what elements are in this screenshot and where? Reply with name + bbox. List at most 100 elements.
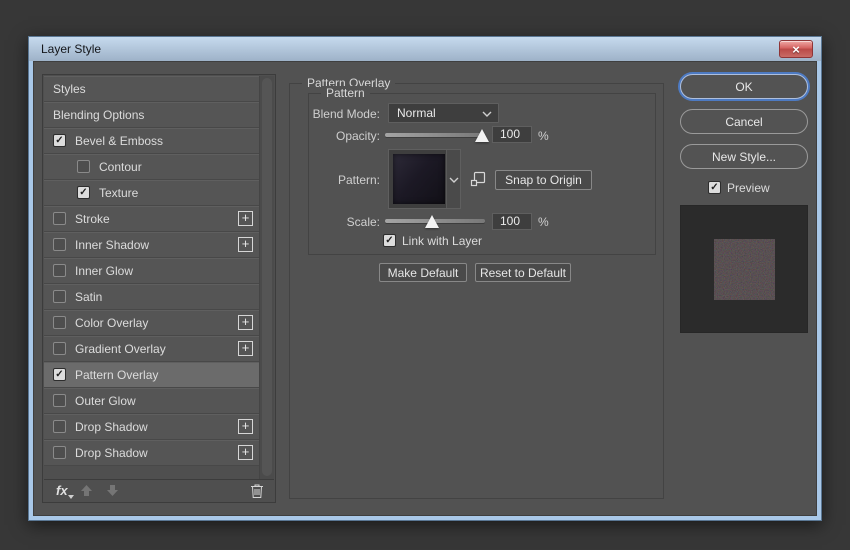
preview-label: Preview xyxy=(727,181,770,195)
effect-checkbox[interactable]: ✓ xyxy=(77,160,90,173)
effect-checkbox[interactable]: ✓ xyxy=(53,264,66,277)
styles-list: Styles Blending Options ✓ Bevel & Emboss ✓ Co… xyxy=(44,76,260,466)
sidebar-item-pattern-overlay[interactable]: ✓ Pattern Overlay xyxy=(44,362,260,388)
sidebar-item-label: Contour xyxy=(99,159,142,174)
check-icon: ✓ xyxy=(79,186,88,198)
chevron-down-icon xyxy=(449,177,459,183)
sidebar-item-satin[interactable]: ✓ Satin xyxy=(44,284,260,310)
link-with-layer-label: Link with Layer xyxy=(402,234,483,248)
sidebar-item-label: Texture xyxy=(99,185,139,200)
dialog-title: Layer Style xyxy=(41,42,102,56)
link-with-layer-checkbox[interactable]: ✓ xyxy=(383,234,396,247)
sidebar-item-texture[interactable]: ✓ Texture xyxy=(44,180,260,206)
chevron-down-icon xyxy=(482,111,492,117)
sidebar-item-outer-glow[interactable]: ✓ Outer Glow xyxy=(44,388,260,414)
effect-checkbox[interactable]: ✓ xyxy=(53,394,66,407)
styles-list-panel: Styles Blending Options ✓ Bevel & Emboss ✓ Co… xyxy=(42,74,276,503)
blend-mode-value: Normal xyxy=(397,106,436,120)
sidebar-item-label: Blending Options xyxy=(53,107,145,122)
effect-checkbox[interactable]: ✓ xyxy=(53,212,66,225)
move-effect-down-button[interactable] xyxy=(105,483,120,498)
sidebar-item-label: Outer Glow xyxy=(75,393,136,408)
opacity-unit: % xyxy=(538,129,549,143)
sidebar-item-inner-shadow[interactable]: ✓ Inner Shadow + xyxy=(44,232,260,258)
sidebar-item-drop-shadow[interactable]: ✓ Drop Shadow + xyxy=(44,414,260,440)
blend-mode-label: Blend Mode: xyxy=(312,107,380,121)
dialog-titlebar[interactable]: Layer Style × xyxy=(29,37,821,61)
scale-unit: % xyxy=(538,215,549,229)
effect-checkbox[interactable]: ✓ xyxy=(53,134,66,147)
fx-menu-button[interactable]: fx xyxy=(56,483,74,499)
sidebar-item-styles[interactable]: Styles xyxy=(44,76,260,102)
effect-checkbox[interactable]: ✓ xyxy=(53,238,66,251)
scale-label: Scale: xyxy=(346,215,380,229)
sidebar-item-blending-options[interactable]: Blending Options xyxy=(44,102,260,128)
sidebar-item-label: Styles xyxy=(53,81,86,96)
sidebar-item-color-overlay[interactable]: ✓ Color Overlay + xyxy=(44,310,260,336)
sidebar-item-label: Gradient Overlay xyxy=(75,341,166,356)
add-effect-instance-button[interactable]: + xyxy=(238,341,253,356)
effect-checkbox[interactable]: ✓ xyxy=(53,290,66,303)
pattern-label: Pattern: xyxy=(337,173,380,187)
scale-slider-thumb[interactable] xyxy=(425,215,439,228)
delete-effect-button[interactable] xyxy=(250,483,264,499)
add-effect-instance-button[interactable]: + xyxy=(238,445,253,460)
effect-checkbox[interactable]: ✓ xyxy=(53,368,66,381)
make-default-button[interactable]: Make Default xyxy=(379,263,467,282)
add-effect-instance-button[interactable]: + xyxy=(238,237,253,252)
opacity-slider-thumb[interactable] xyxy=(475,129,489,142)
pattern-subgroup-title: Pattern xyxy=(321,86,370,100)
sidebar-item-stroke[interactable]: ✓ Stroke + xyxy=(44,206,260,232)
effect-checkbox[interactable]: ✓ xyxy=(53,446,66,459)
sidebar-item-label: Drop Shadow xyxy=(75,445,148,460)
ok-button[interactable]: OK xyxy=(680,74,808,99)
check-icon: ✓ xyxy=(385,234,394,246)
sidebar-item-label: Drop Shadow xyxy=(75,419,148,434)
close-button[interactable]: × xyxy=(779,40,813,58)
opacity-input[interactable]: 100 xyxy=(492,126,532,143)
scale-input[interactable]: 100 xyxy=(492,213,532,230)
style-preview xyxy=(680,205,808,333)
reset-to-default-button[interactable]: Reset to Default xyxy=(475,263,571,282)
sidebar-item-label: Bevel & Emboss xyxy=(75,133,164,148)
fx-label: fx xyxy=(56,483,68,498)
pattern-picker[interactable] xyxy=(388,149,461,209)
pattern-thumbnail xyxy=(393,154,445,204)
opacity-slider-track[interactable] xyxy=(385,133,485,137)
scrollbar-thumb[interactable] xyxy=(262,78,272,476)
scale-slider[interactable] xyxy=(385,212,485,228)
close-icon: × xyxy=(792,41,800,57)
snap-to-origin-button[interactable]: Snap to Origin xyxy=(495,170,592,190)
check-icon: ✓ xyxy=(55,134,64,146)
cancel-button[interactable]: Cancel xyxy=(680,109,808,134)
effect-checkbox[interactable]: ✓ xyxy=(53,420,66,433)
sidebar-item-bevel-emboss[interactable]: ✓ Bevel & Emboss xyxy=(44,128,260,154)
fx-caret-icon xyxy=(67,495,74,499)
blend-mode-select[interactable]: Normal xyxy=(388,103,499,123)
layer-style-dialog: Layer Style × Styles Blending Options ✓ Bev… xyxy=(28,36,822,521)
add-effect-instance-button[interactable]: + xyxy=(238,315,253,330)
styles-list-scrollbar[interactable] xyxy=(259,76,274,480)
effect-checkbox[interactable]: ✓ xyxy=(53,342,66,355)
opacity-slider[interactable] xyxy=(385,126,489,142)
add-effect-instance-button[interactable]: + xyxy=(238,211,253,226)
sidebar-item-contour[interactable]: ✓ Contour xyxy=(44,154,260,180)
effect-checkbox[interactable]: ✓ xyxy=(77,186,90,199)
sidebar-item-drop-shadow[interactable]: ✓ Drop Shadow + xyxy=(44,440,260,466)
check-icon: ✓ xyxy=(710,181,719,193)
preview-checkbox[interactable]: ✓ xyxy=(708,181,721,194)
move-effect-up-button[interactable] xyxy=(79,483,94,498)
add-effect-instance-button[interactable]: + xyxy=(238,419,253,434)
pattern-picker-arrow[interactable] xyxy=(446,150,460,208)
sidebar-item-inner-glow[interactable]: ✓ Inner Glow xyxy=(44,258,260,284)
effect-checkbox[interactable]: ✓ xyxy=(53,316,66,329)
preview-texture xyxy=(714,239,775,300)
new-pattern-preset-button[interactable] xyxy=(470,171,486,187)
new-style-button[interactable]: New Style... xyxy=(680,144,808,169)
opacity-label: Opacity: xyxy=(335,129,380,143)
styles-list-footer: fx xyxy=(44,479,274,501)
sidebar-item-label: Inner Shadow xyxy=(75,237,150,252)
sidebar-item-label: Color Overlay xyxy=(75,315,149,330)
sidebar-item-gradient-overlay[interactable]: ✓ Gradient Overlay + xyxy=(44,336,260,362)
check-icon: ✓ xyxy=(55,368,64,380)
